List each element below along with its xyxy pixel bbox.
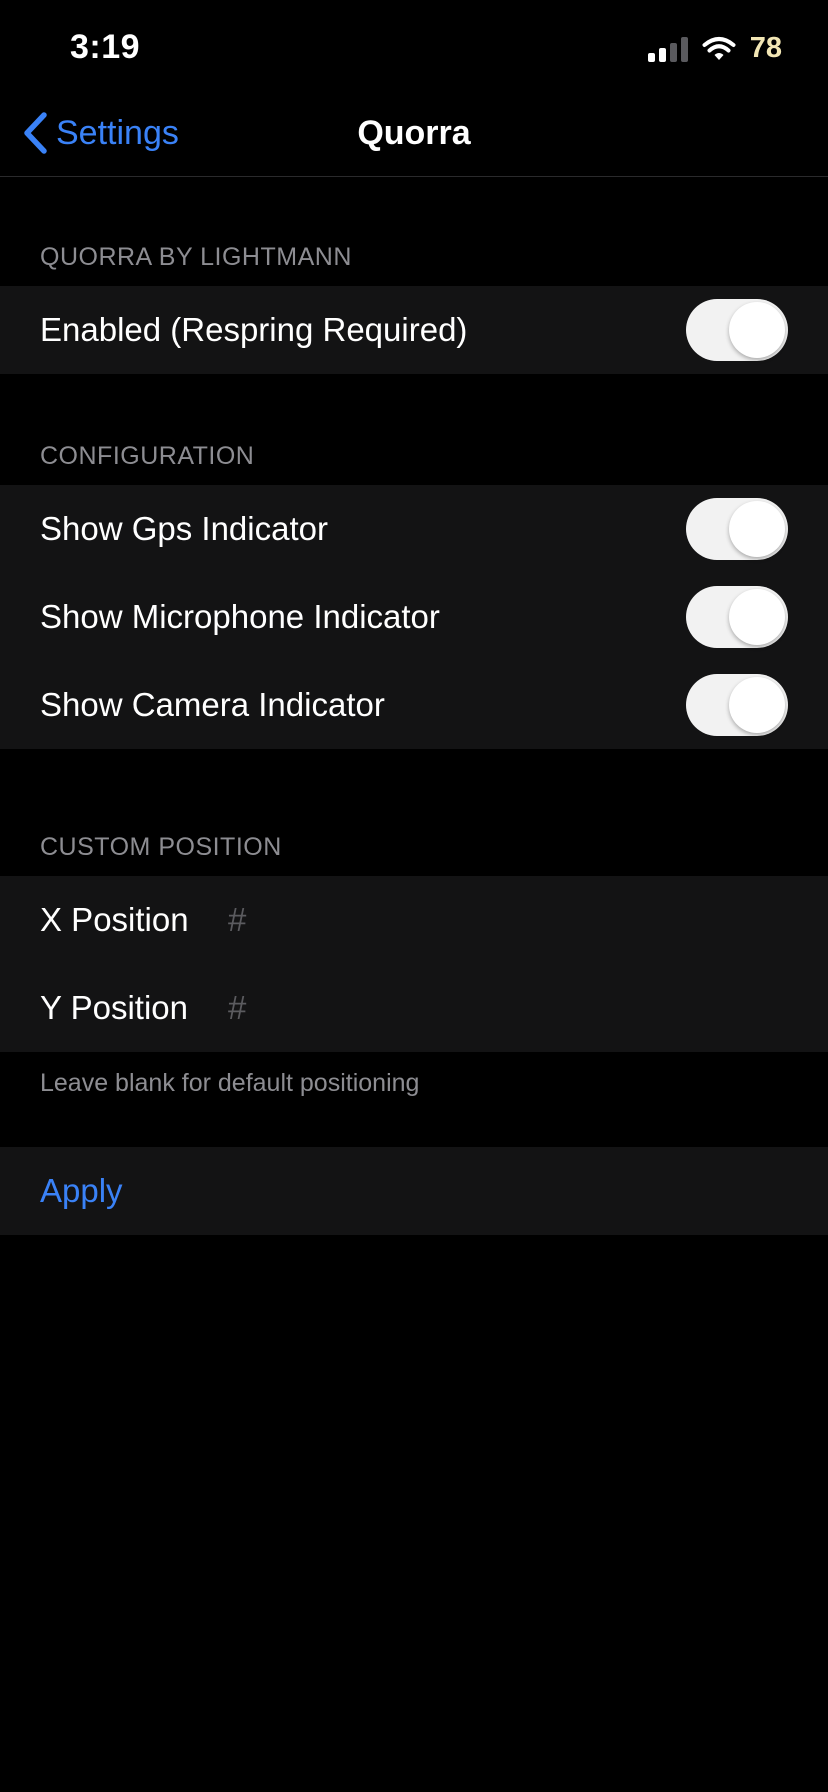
navigation-bar: Settings Quorra (0, 100, 828, 177)
enabled-row: Enabled (Respring Required) (0, 286, 828, 374)
signal-icon (647, 36, 688, 62)
y-position-label: Y Position (40, 989, 188, 1026)
x-position-row: X Position (0, 876, 828, 964)
section-header-configuration: CONFIGURATION (40, 442, 255, 470)
status-time: 3:19 (70, 28, 141, 66)
camera-row: Show Camera Indicator (0, 661, 828, 749)
position-footer-note: Leave blank for default positioning (40, 1069, 420, 1097)
apply-button[interactable]: Apply (40, 1172, 123, 1210)
gps-label: Show Gps Indicator (40, 510, 328, 547)
toggle-knob (729, 501, 785, 557)
microphone-toggle[interactable] (686, 586, 788, 648)
microphone-label: Show Microphone Indicator (40, 598, 440, 635)
toggle-knob (729, 677, 785, 733)
y-position-input[interactable] (228, 978, 748, 1038)
x-position-label: X Position (40, 901, 189, 938)
microphone-row: Show Microphone Indicator (0, 573, 828, 661)
group-main: Enabled (Respring Required) (0, 286, 828, 374)
section-header-main: QUORRA BY LIGHTMANN (40, 243, 352, 271)
apply-row[interactable]: Apply (0, 1147, 828, 1235)
gps-toggle[interactable] (686, 498, 788, 560)
status-icons: 78 (647, 32, 782, 65)
group-actions: Apply (0, 1147, 828, 1235)
toggle-knob (729, 302, 785, 358)
camera-label: Show Camera Indicator (40, 686, 385, 723)
status-bar: 3:19 78 (0, 0, 828, 100)
x-position-input[interactable] (228, 890, 748, 950)
group-custom-position: X Position Y Position (0, 876, 828, 1052)
enabled-toggle[interactable] (686, 299, 788, 361)
page-title: Quorra (357, 114, 471, 152)
section-header-custom-position: CUSTOM POSITION (40, 833, 282, 861)
toggle-knob (729, 589, 785, 645)
group-configuration: Show Gps Indicator Show Microphone Indic… (0, 485, 828, 749)
camera-toggle[interactable] (686, 674, 788, 736)
y-position-row: Y Position (0, 964, 828, 1052)
wifi-icon (702, 36, 736, 60)
gps-row: Show Gps Indicator (0, 485, 828, 573)
battery-level: 78 (749, 32, 782, 64)
enabled-label: Enabled (Respring Required) (40, 311, 468, 348)
